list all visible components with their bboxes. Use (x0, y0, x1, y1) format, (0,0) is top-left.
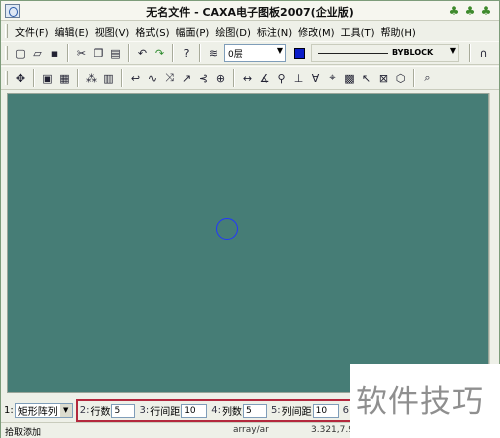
menu-view[interactable]: 视图(V) (92, 24, 133, 39)
datum-icon[interactable]: ▩ (341, 69, 358, 87)
extend-icon[interactable]: ↗ (178, 69, 195, 87)
toolbar-grip[interactable] (5, 46, 8, 60)
pan-icon[interactable]: ✥ (12, 69, 29, 87)
status-prompt: 拾取添加 (5, 428, 42, 438)
save-icon[interactable]: ▪ (46, 44, 63, 62)
highlight-box: 2: 行数 5 3: 行间距 10 4: 列数 5 5: 列间距 10 6: 旋 (75, 399, 390, 422)
param-col-spacing-label: 列间距 (281, 407, 312, 418)
menu-bar: 文件(F) 编辑(E) 视图(V) 格式(S) 幅面(P) 绘图(D) 标注(N… (1, 22, 499, 40)
zoom-all-icon[interactable]: ▦ (56, 69, 73, 87)
cols-input[interactable]: 5 (242, 403, 267, 418)
layer-value: 0层 (228, 49, 243, 60)
menu-dimension[interactable]: 标注(N) (254, 24, 295, 39)
dimension-icon[interactable]: ↔ (239, 69, 256, 87)
zoom-window-icon[interactable]: ▣ (39, 69, 56, 87)
menu-sheet[interactable]: 幅面(P) (173, 24, 213, 39)
menu-tools[interactable]: 工具(T) (338, 24, 378, 39)
param-cols: 4: 列数 5 (211, 403, 267, 418)
menu-edit[interactable]: 编辑(E) (52, 24, 92, 39)
layer-icon[interactable]: ≋ (205, 44, 222, 62)
angle-dim-icon[interactable]: ∡ (256, 69, 273, 87)
linetype-value: BYBLOCK (392, 48, 434, 57)
weld-icon[interactable]: ⌖ (324, 69, 341, 87)
menu-file[interactable]: 文件(F) (12, 24, 52, 39)
standard-toolbar: ▢ ▱ ▪ ✂ ❐ ▤ ↶ ↷ ? ≋ 0层 ▼ BYBLOCK ▼ ∩ (1, 41, 499, 65)
roughness-icon[interactable]: ∀ (307, 69, 324, 87)
array-type-value: 矩形阵列 (17, 407, 58, 418)
window-title: 无名文件 - CAXA电子图板2007(企业版) (146, 6, 354, 19)
copy-icon[interactable]: ❐ (90, 44, 107, 62)
minimize-button[interactable]: ♣ (447, 4, 461, 18)
window-controls: ♣ ♣ ♣ (447, 4, 493, 18)
open-folder-icon[interactable]: ▱ (29, 44, 46, 62)
delete-icon[interactable]: ↩ (127, 69, 144, 87)
redo-icon[interactable]: ↷ (151, 44, 168, 62)
trim-icon[interactable]: ⤨ (161, 69, 178, 87)
paste-icon[interactable]: ▤ (107, 44, 124, 62)
param-rows: 2: 行数 5 (80, 403, 136, 418)
maximize-button[interactable]: ♣ (463, 4, 477, 18)
linetype-select[interactable]: BYBLOCK ▼ (311, 44, 459, 62)
search-icon[interactable]: ⌕ (419, 69, 436, 87)
chevron-down-icon: ▼ (276, 46, 283, 55)
close-button[interactable]: ♣ (479, 4, 493, 18)
chevron-down-icon: ▼ (59, 404, 72, 417)
edit-toolbar: ✥ ▣ ▦ ⁂ ▥ ↩ ∿ ⤨ ↗ ⊰ ⊕ ↔ ∡ ⚲ ⊥ ∀ ⌖ ▩ ↖ ⊠ … (1, 66, 499, 90)
status-command: array/ar (233, 425, 269, 435)
line-sample (318, 53, 388, 54)
chevron-down-icon: ▼ (449, 46, 456, 55)
drawn-circle[interactable] (216, 218, 238, 240)
property-icon[interactable]: ⁂ (83, 69, 100, 87)
toolbar-grip[interactable] (5, 71, 8, 85)
menu-format[interactable]: 格式(S) (132, 24, 172, 39)
text-icon[interactable]: ⚲ (273, 69, 290, 87)
menu-draw[interactable]: 绘图(D) (212, 24, 254, 39)
param-col-spacing: 5: 列间距 10 (271, 403, 339, 418)
array-icon[interactable]: ⊕ (212, 69, 229, 87)
title-bar: 无名文件 - CAXA电子图板2007(企业版) ♣ ♣ ♣ (1, 1, 499, 21)
watermark-text: 软件技巧 (356, 384, 484, 420)
array-type-select[interactable]: 矩形阵列 ▼ (14, 403, 73, 418)
row-spacing-input[interactable]: 10 (181, 403, 208, 418)
undo-icon[interactable]: ↶ (134, 44, 151, 62)
status-coordinates: 3.321,7.9 (311, 425, 354, 435)
help-icon[interactable]: ? (178, 44, 195, 62)
drawing-canvas[interactable] (7, 93, 489, 393)
menu-grip[interactable] (5, 24, 8, 38)
color-swatch[interactable] (294, 47, 305, 59)
layer-select[interactable]: 0层 ▼ (224, 44, 286, 62)
param-rows-label: 行数 (90, 407, 111, 418)
param-row-spacing: 3: 行间距 10 (139, 403, 208, 418)
tolerance-icon[interactable]: ⊥ (290, 69, 307, 87)
offset-icon[interactable]: ∿ (144, 69, 161, 87)
new-file-icon[interactable]: ▢ (12, 44, 29, 62)
cut-icon[interactable]: ✂ (73, 44, 90, 62)
leader-icon[interactable]: ↖ (358, 69, 375, 87)
array-type-prefix: 1: (4, 405, 14, 416)
param-row-spacing-label: 行间距 (150, 407, 181, 418)
magnet-icon[interactable]: ∩ (475, 44, 492, 62)
block-icon[interactable]: ⬡ (392, 69, 409, 87)
col-spacing-input[interactable]: 10 (312, 403, 339, 418)
hatch-icon[interactable]: ⊠ (375, 69, 392, 87)
rows-input[interactable]: 5 (111, 403, 136, 418)
menu-modify[interactable]: 修改(M) (295, 24, 337, 39)
vertical-scrollbar[interactable] (489, 93, 499, 393)
menu-help[interactable]: 帮助(H) (378, 24, 419, 39)
fillet-icon[interactable]: ⊰ (195, 69, 212, 87)
param-cols-label: 列数 (221, 407, 242, 418)
table-icon[interactable]: ▥ (100, 69, 117, 87)
